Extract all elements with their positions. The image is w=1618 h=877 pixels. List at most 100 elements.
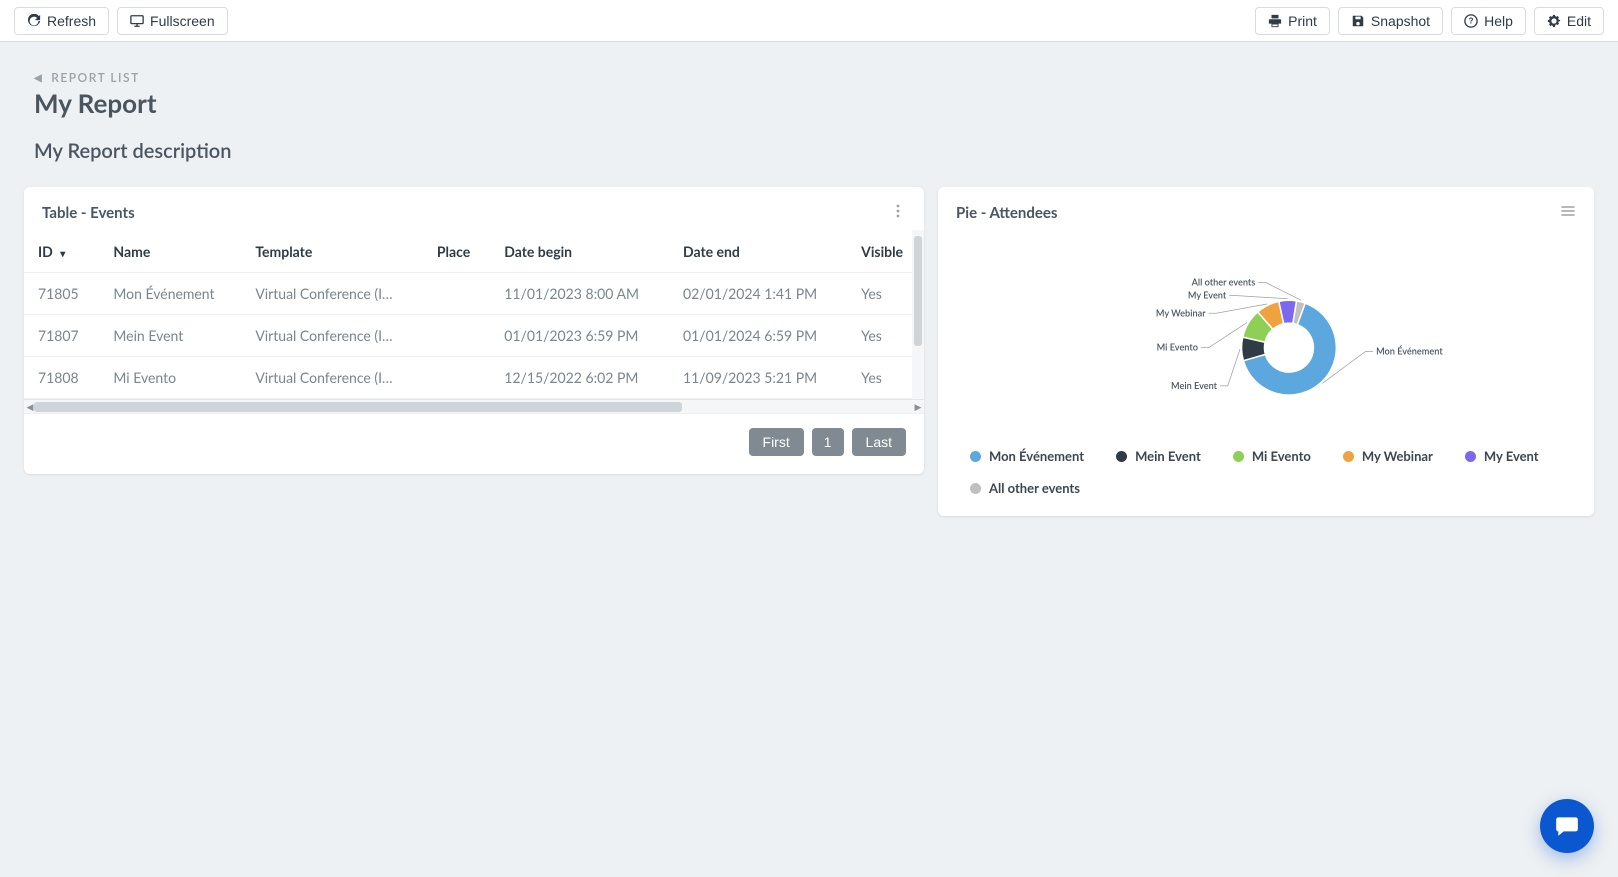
cell-date_end: 02/01/2024 1:41 PM (669, 273, 847, 315)
pie-slice-label: Mein Event (1171, 380, 1218, 391)
legend-swatch-icon (970, 483, 981, 494)
cell-date_begin: 11/01/2023 8:00 AM (490, 273, 669, 315)
legend-item[interactable]: All other events (970, 480, 1080, 496)
help-icon: ? (1464, 14, 1478, 28)
monitor-icon (130, 14, 144, 28)
col-template[interactable]: Template (241, 231, 423, 273)
cell-place (423, 357, 490, 399)
page-header: ◀ REPORT LIST My Report My Report descri… (0, 42, 1618, 187)
cell-place (423, 315, 490, 357)
edit-button[interactable]: Edit (1534, 7, 1604, 35)
legend-label: My Event (1484, 448, 1539, 464)
refresh-icon (27, 14, 41, 28)
legend-swatch-icon (1465, 451, 1476, 462)
legend-swatch-icon (1343, 451, 1354, 462)
legend-swatch-icon (1116, 451, 1127, 462)
cell-date_end: 11/09/2023 5:21 PM (669, 357, 847, 399)
fullscreen-button[interactable]: Fullscreen (117, 7, 228, 35)
legend-label: Mon Événement (989, 448, 1084, 464)
gear-icon (1547, 14, 1561, 28)
pie-slice-label: My Webinar (1156, 307, 1206, 318)
pie-attendees-card: Pie - Attendees Mon ÉvénementMein EventM… (938, 187, 1594, 516)
page-description: My Report description (34, 139, 1584, 163)
pie-leader-line (1220, 349, 1240, 386)
cell-name: Mi Evento (99, 357, 241, 399)
cell-template: Virtual Conference (I… (241, 315, 423, 357)
chat-icon (1554, 813, 1580, 839)
help-button[interactable]: ? Help (1451, 7, 1526, 35)
legend-label: Mein Event (1135, 448, 1201, 464)
col-date-begin[interactable]: Date begin (490, 231, 669, 273)
pie-leader-line (1229, 296, 1287, 299)
cell-id: 71808 (24, 357, 99, 399)
legend-swatch-icon (1233, 451, 1244, 462)
cell-date_begin: 12/15/2022 6:02 PM (490, 357, 669, 399)
breadcrumb-label: REPORT LIST (51, 70, 140, 85)
table-card-title: Table - Events (42, 204, 135, 222)
cell-template: Virtual Conference (I… (241, 273, 423, 315)
legend-item[interactable]: My Webinar (1343, 448, 1433, 464)
cell-name: Mein Event (99, 315, 241, 357)
legend-item[interactable]: Mon Événement (970, 448, 1084, 464)
page-title: My Report (34, 87, 1584, 119)
pie-leader-line (1201, 323, 1247, 348)
legend-item[interactable]: Mein Event (1116, 448, 1201, 464)
col-id[interactable]: ID ▾ (24, 231, 99, 273)
legend-item[interactable]: Mi Evento (1233, 448, 1311, 464)
horizontal-scrollbar[interactable]: ◀ ▶ (24, 399, 924, 413)
top-toolbar: Refresh Fullscreen Print Snapshot ? Hel (0, 0, 1618, 42)
refresh-label: Refresh (47, 13, 96, 29)
horizontal-scroll-thumb[interactable] (34, 402, 682, 412)
breadcrumb[interactable]: ◀ REPORT LIST (34, 70, 1584, 85)
col-date-end[interactable]: Date end (669, 231, 847, 273)
caret-left-icon: ◀ (34, 72, 43, 84)
chat-button[interactable] (1540, 799, 1594, 853)
cell-id: 71805 (24, 273, 99, 315)
edit-label: Edit (1567, 13, 1591, 29)
legend-label: Mi Evento (1252, 448, 1311, 464)
fullscreen-label: Fullscreen (150, 13, 215, 29)
cell-date_end: 01/01/2024 6:59 PM (669, 315, 847, 357)
pie-slice-label: All other events (1191, 277, 1256, 288)
dots-vertical-icon (890, 203, 906, 219)
hamburger-icon (1560, 203, 1576, 219)
refresh-button[interactable]: Refresh (14, 7, 109, 35)
print-label: Print (1288, 13, 1317, 29)
pager-first-button[interactable]: First (749, 428, 804, 456)
pie-card-title: Pie - Attendees (956, 204, 1058, 222)
legend-item[interactable]: My Event (1465, 448, 1539, 464)
pie-card-menu-button[interactable] (1560, 203, 1576, 222)
col-name[interactable]: Name (99, 231, 241, 273)
svg-text:?: ? (1469, 16, 1474, 25)
cell-place (423, 273, 490, 315)
vertical-scrollbar[interactable] (912, 230, 924, 399)
table-row[interactable]: 71807Mein EventVirtual Conference (I… 01/… (24, 315, 924, 357)
table-row[interactable]: 71805Mon ÉvénementVirtual Conference (I…… (24, 273, 924, 315)
help-label: Help (1484, 13, 1513, 29)
col-place[interactable]: Place (423, 231, 490, 273)
snapshot-button[interactable]: Snapshot (1338, 7, 1443, 35)
cell-name: Mon Événement (99, 273, 241, 315)
cell-id: 71807 (24, 315, 99, 357)
cell-template: Virtual Conference (I… (241, 357, 423, 399)
table-events-card: Table - Events ID ▾ Name Template (24, 187, 924, 474)
snapshot-label: Snapshot (1371, 13, 1430, 29)
card-menu-button[interactable] (890, 203, 906, 222)
print-button[interactable]: Print (1255, 7, 1330, 35)
table-row[interactable]: 71808Mi EventoVirtual Conference (I… 12/1… (24, 357, 924, 399)
pager-page-button[interactable]: 1 (812, 428, 844, 456)
save-icon (1351, 14, 1365, 28)
table-scroll-shell: ID ▾ Name Template Place Date begin Date… (24, 230, 924, 414)
legend-label: All other events (989, 480, 1080, 496)
scroll-right-arrow-icon[interactable]: ▶ (912, 400, 924, 414)
vertical-scroll-thumb[interactable] (914, 236, 922, 346)
donut-chart: Mon ÉvénementMein EventMi EventoMy Webin… (1136, 240, 1396, 440)
cell-date_begin: 01/01/2023 6:59 PM (490, 315, 669, 357)
pie-legend: Mon Événement Mein Event Mi Evento My Webin… (958, 440, 1574, 496)
pie-slice-label: Mi Evento (1157, 342, 1198, 353)
events-table: ID ▾ Name Template Place Date begin Date… (24, 231, 924, 399)
pie-chart-area: Mon Événement Mein Event Mi Evento My Webin… (938, 230, 1594, 516)
pager-last-button[interactable]: Last (852, 428, 906, 456)
content-row: Table - Events ID ▾ Name Template (0, 187, 1618, 540)
pie-slice-label: Mon Événement (1376, 346, 1443, 357)
